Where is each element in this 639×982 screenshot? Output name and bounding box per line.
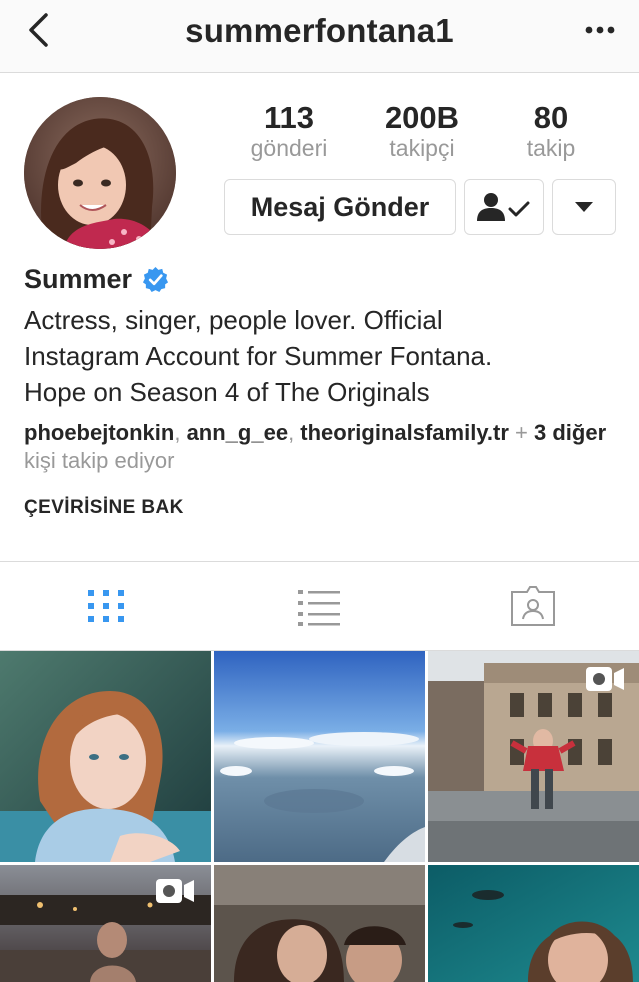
- photo-grid: [0, 651, 639, 982]
- profile-tabs: [0, 561, 639, 651]
- followers-label: takipçi: [389, 135, 455, 161]
- following-toggle-button[interactable]: [464, 179, 544, 235]
- verified-badge-icon: [143, 266, 169, 292]
- follower-link[interactable]: ann_g_ee: [187, 420, 289, 445]
- video-thumbnail[interactable]: [0, 865, 211, 982]
- see-translation-link[interactable]: ÇEVİRİSİNE BAK: [24, 497, 184, 519]
- photo-thumbnail[interactable]: [0, 651, 211, 862]
- caret-down-icon: [575, 202, 593, 212]
- posts-label: gönderi: [250, 135, 328, 161]
- profile-stats: 113 gönderi 200B takipçi 80 takip: [224, 100, 616, 164]
- bio-line: Instagram Account for Summer Fontana.: [24, 341, 493, 371]
- suggestions-dropdown-button[interactable]: [552, 179, 616, 235]
- plus-sign: +: [508, 420, 535, 445]
- photo-thumbnail[interactable]: [214, 865, 425, 982]
- separator: ,: [174, 420, 187, 445]
- profile-avatar[interactable]: [24, 97, 176, 249]
- username-title: summerfontana1: [185, 12, 454, 49]
- person-check-icon: [477, 193, 530, 221]
- profile-name-row: Summer: [24, 262, 169, 296]
- video-camera-icon: [586, 667, 624, 691]
- followed-by-suffix: kişi takip ediyor: [24, 448, 175, 473]
- separator: ,: [288, 420, 301, 445]
- top-bar: summerfontana1: [0, 0, 639, 73]
- following-value: 80: [533, 100, 569, 135]
- followers-value: 200B: [384, 100, 460, 135]
- posts-count: 113 gönderi: [244, 100, 334, 160]
- followers-count[interactable]: 200B takipçi: [372, 100, 472, 160]
- message-button[interactable]: Mesaj Gönder: [224, 179, 456, 235]
- following-label: takip: [526, 135, 576, 161]
- tagged-icon[interactable]: [509, 584, 557, 628]
- following-count[interactable]: 80 takip: [506, 100, 596, 160]
- bio-line: Actress, singer, people lover. Official: [24, 305, 443, 335]
- profile-bio: Actress, singer, people lover. Official …: [24, 302, 624, 410]
- more-horizontal-icon[interactable]: [585, 26, 615, 34]
- video-thumbnail[interactable]: [428, 651, 639, 862]
- followed-by-text[interactable]: phoebejtonkin, ann_g_ee, theoriginalsfam…: [24, 419, 624, 475]
- others-link[interactable]: 3 diğer: [534, 420, 606, 445]
- list-icon[interactable]: [296, 584, 344, 628]
- video-camera-icon: [156, 879, 194, 903]
- profile-name: Summer: [24, 263, 133, 294]
- bio-line: Hope on Season 4 of The Originals: [24, 377, 430, 407]
- posts-value: 113: [263, 100, 314, 135]
- photo-thumbnail[interactable]: [214, 651, 425, 862]
- grid-icon[interactable]: [82, 584, 130, 628]
- follower-link[interactable]: theoriginalsfamily.tr: [300, 420, 509, 445]
- follower-link[interactable]: phoebejtonkin: [24, 420, 174, 445]
- photo-thumbnail[interactable]: [428, 865, 639, 982]
